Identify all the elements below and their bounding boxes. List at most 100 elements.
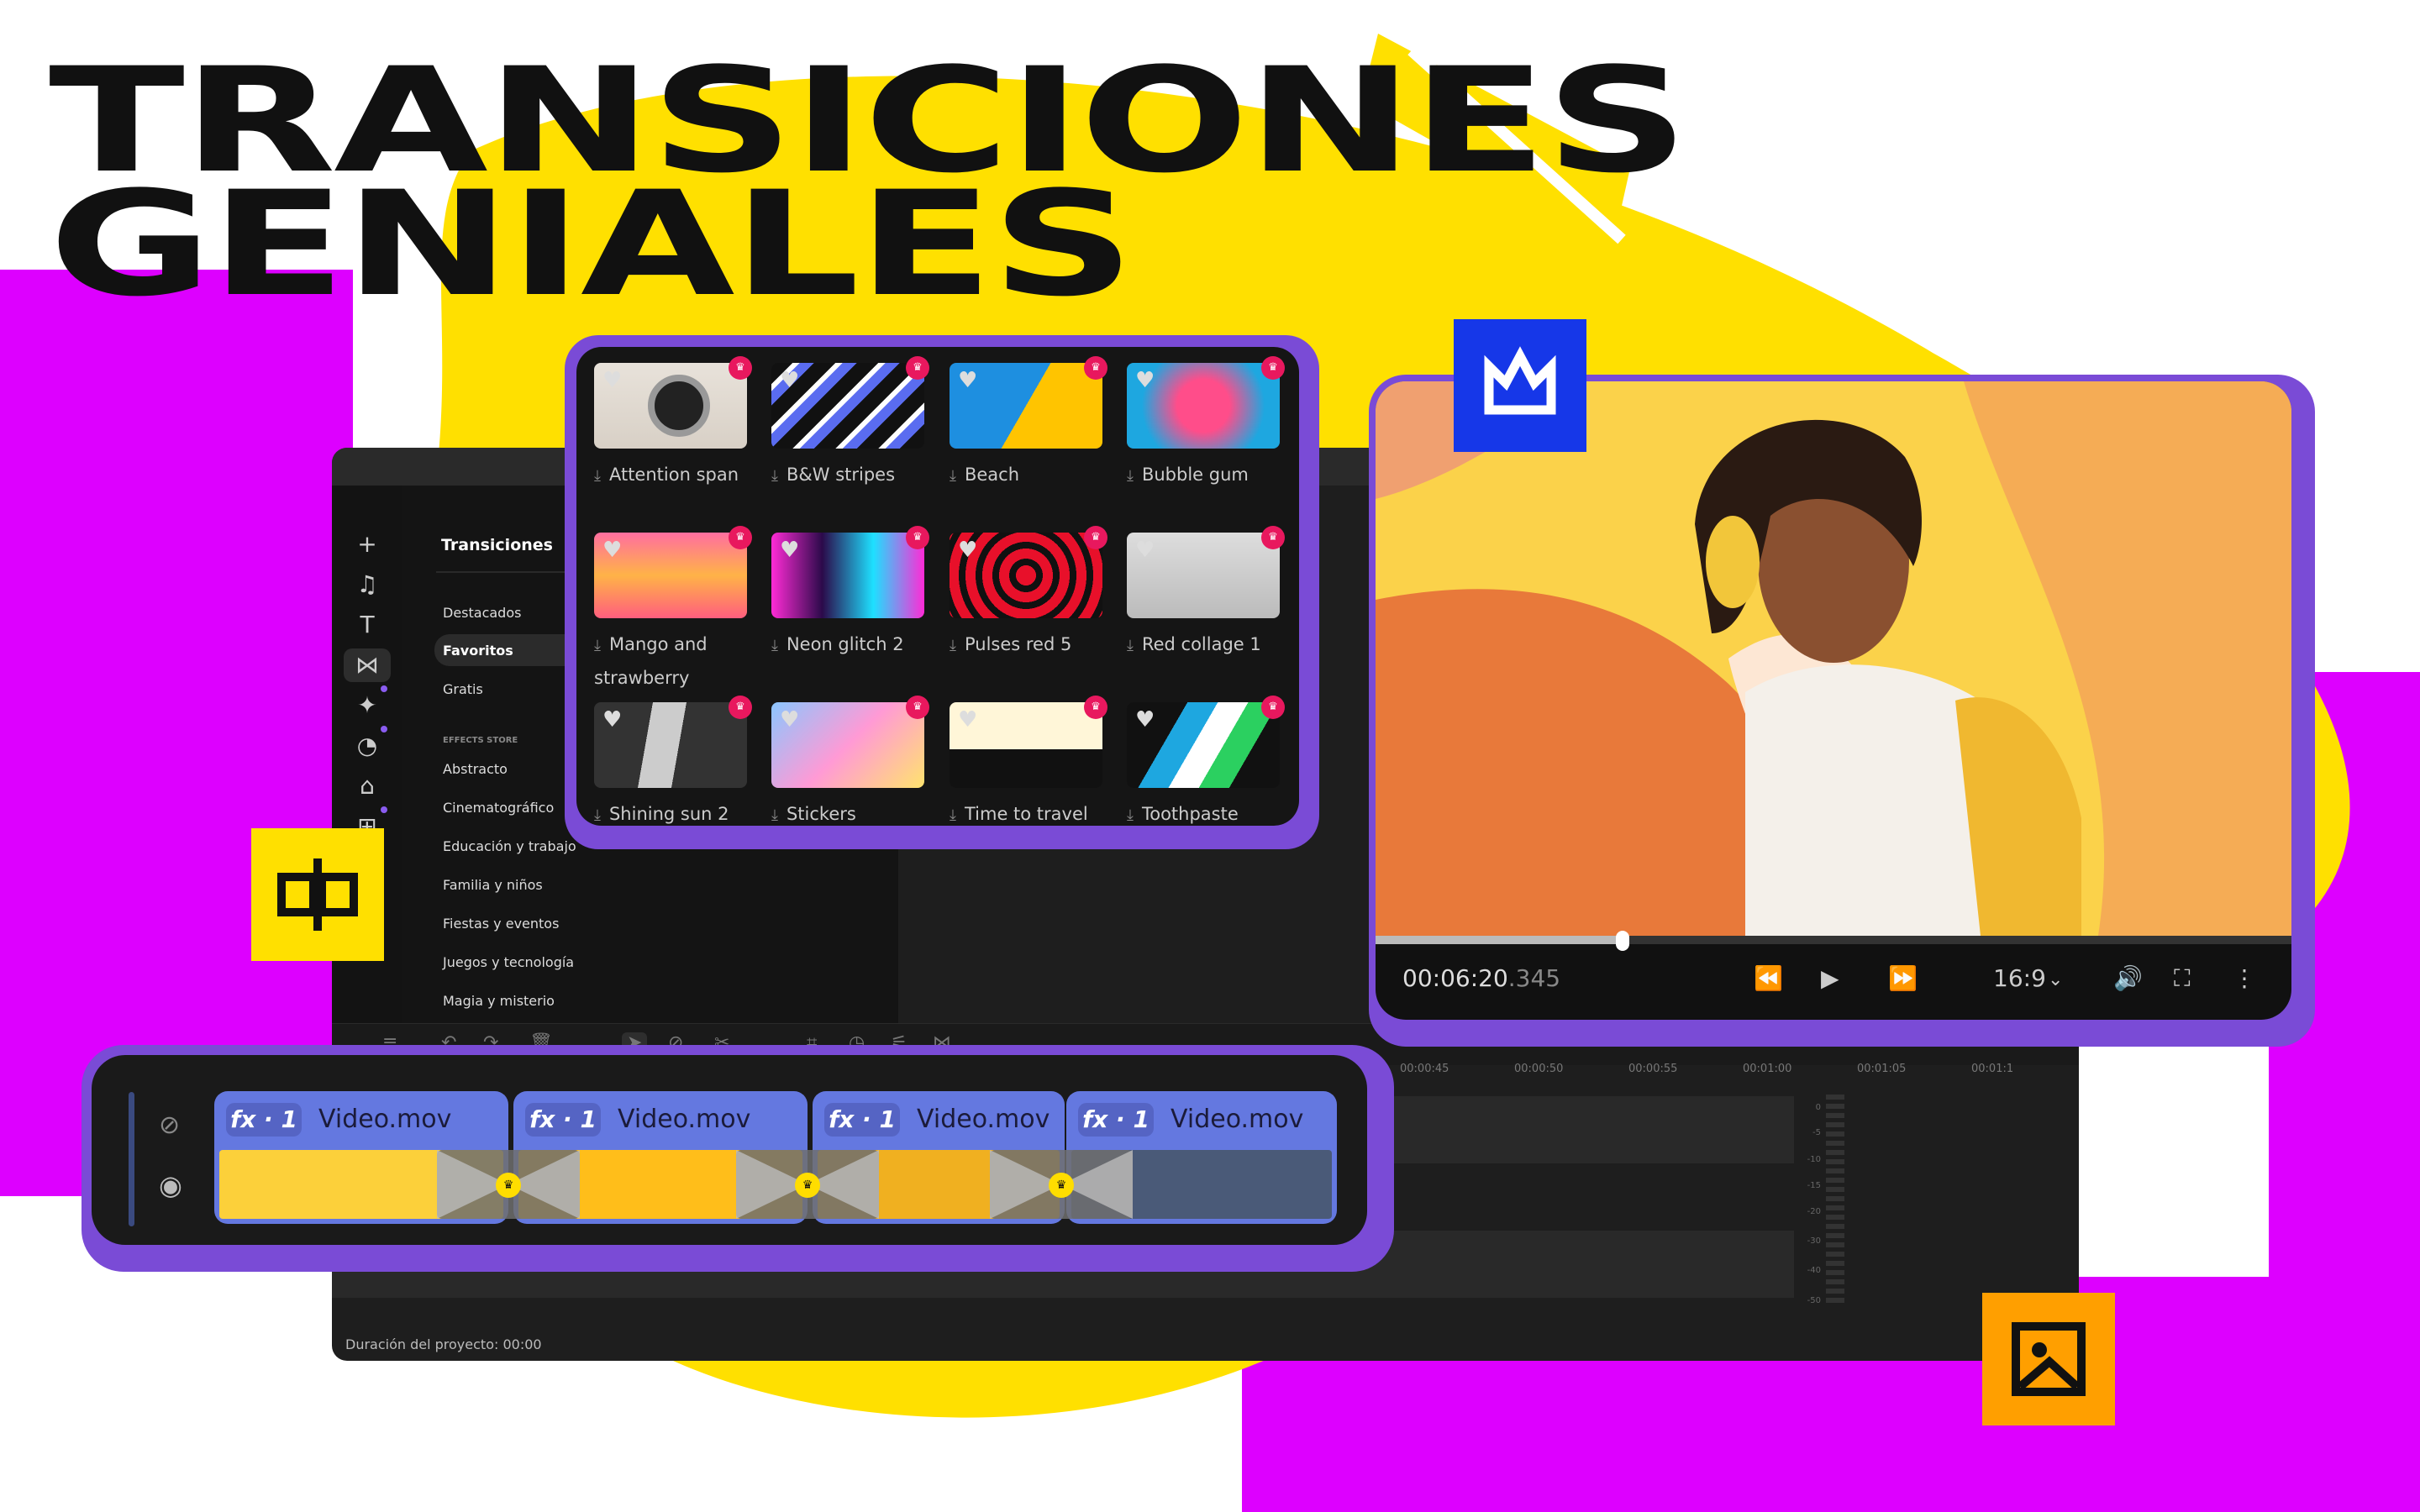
category-item[interactable]: Juegos y tecnología (443, 954, 574, 970)
ruler-tick: 00:01:00 (1743, 1063, 1792, 1075)
effect-thumbnail: ♥ (771, 533, 924, 618)
fast-forward-icon[interactable]: ⏩ (1888, 964, 1918, 992)
effect-name: Attention span (608, 465, 739, 485)
fx-badge[interactable]: fx · 1 (226, 1103, 302, 1137)
premium-crown-icon: ♛ (906, 356, 929, 380)
effect-tile[interactable]: ♥ ♛ ⤓ Time to travel (950, 696, 1107, 826)
heart-icon[interactable]: ♥ (1135, 539, 1155, 561)
effect-tile[interactable]: ♥ ♛ ⤓ Toothpaste (1127, 696, 1285, 826)
heart-icon[interactable]: ♥ (1135, 370, 1155, 391)
effect-tile[interactable]: ♥ ♛ ⤓ Mango and strawberry (594, 526, 752, 694)
more-icon[interactable]: ⋮ (2233, 964, 2256, 992)
eye-icon[interactable]: ◉ (159, 1169, 182, 1201)
download-icon[interactable]: ⤓ (771, 467, 778, 485)
effect-tile[interactable]: ♥ ♛ ⤓ Attention span (594, 356, 752, 492)
aspect-ratio-select[interactable]: 16:9 (1993, 964, 2046, 992)
effect-tile[interactable]: ♥ ♛ ⤓ Beach (950, 356, 1107, 492)
premium-crown-icon: ♛ (729, 526, 752, 549)
fullscreen-icon[interactable]: ⛶ (2174, 964, 2191, 993)
ruler-tick: 00:01:1 (1971, 1063, 2014, 1075)
premium-crown-icon: ♛ (1084, 356, 1107, 380)
timeline-ruler[interactable]: 00:00:45 00:00:50 00:00:55 00:01:00 00:0… (1400, 1053, 2072, 1086)
media-add-icon[interactable]: ⌂ (350, 769, 384, 803)
play-icon[interactable]: ▶ (1821, 964, 1839, 992)
download-icon[interactable]: ⤓ (950, 637, 956, 654)
effect-tile[interactable]: ♥ ♛ ⤓ Stickers (771, 696, 929, 826)
rewind-icon[interactable]: ⏪ (1754, 964, 1783, 992)
premium-crown-icon: ♛ (1261, 696, 1285, 719)
headline-line2: GENIALES (49, 160, 1135, 328)
download-icon[interactable]: ⤓ (1127, 637, 1134, 654)
fx-badge[interactable]: fx · 1 (525, 1103, 601, 1137)
ruler-tick: 00:00:50 (1514, 1063, 1564, 1075)
heart-icon[interactable]: ♥ (780, 709, 799, 731)
effect-tile[interactable]: ♥ ♛ ⤓ B&W stripes (771, 356, 929, 492)
meter-label: -10 (1807, 1155, 1821, 1164)
category-destacados[interactable]: Destacados (443, 605, 521, 621)
download-icon[interactable]: ⤓ (771, 637, 778, 654)
heart-icon[interactable]: ♥ (780, 539, 799, 561)
fx-badge[interactable]: fx · 1 (1078, 1103, 1154, 1137)
category-item[interactable]: Cinematográfico (443, 800, 554, 816)
mute-icon[interactable]: ⊘ (159, 1110, 180, 1140)
heart-icon[interactable]: ♥ (958, 370, 977, 391)
premium-crown-icon: ♛ (1049, 1173, 1074, 1198)
effect-tile[interactable]: ♥ ♛ ⤓ Pulses red 5 (950, 526, 1107, 662)
effect-name: Neon glitch 2 (786, 634, 904, 654)
category-item[interactable]: Magia y misterio (443, 993, 555, 1009)
category-gratis[interactable]: Gratis (443, 681, 483, 697)
download-icon[interactable]: ⤓ (950, 806, 956, 824)
heart-icon[interactable]: ♥ (958, 539, 977, 561)
download-icon[interactable]: ⤓ (1127, 806, 1134, 824)
category-item[interactable]: Familia y niños (443, 877, 543, 893)
effect-tile[interactable]: ♥ ♛ ⤓ Neon glitch 2 (771, 526, 929, 662)
track-handle[interactable] (129, 1092, 134, 1226)
stickers-icon[interactable]: ◔ (350, 726, 387, 763)
category-item[interactable]: Educación y trabajo (443, 838, 576, 854)
seek-bar[interactable] (1376, 931, 2291, 951)
effect-thumbnail: ♥ (950, 533, 1102, 618)
clip-name: Video.mov (318, 1105, 452, 1134)
effect-thumbnail: ♥ (1127, 702, 1280, 788)
category-item[interactable]: Fiestas y eventos (443, 916, 559, 932)
download-icon[interactable]: ⤓ (950, 467, 956, 485)
heart-icon[interactable]: ♥ (602, 370, 622, 391)
panel-title: Transiciones (441, 536, 553, 554)
effect-tile[interactable]: ♥ ♛ ⤓ Bubble gum (1127, 356, 1285, 492)
fx-badge[interactable]: fx · 1 (824, 1103, 900, 1137)
effect-name: Toothpaste (1141, 804, 1239, 824)
effect-name: Time to travel (964, 804, 1088, 824)
download-icon[interactable]: ⤓ (594, 806, 601, 824)
effect-name: Pulses red 5 (964, 634, 1072, 654)
effect-tile[interactable]: ♥ ♛ ⤓ Red collage 1 (1127, 526, 1285, 662)
category-favoritos[interactable]: Favoritos (443, 643, 513, 659)
effect-tile[interactable]: ♥ ♛ ⤓ Shining sun 2 (594, 696, 752, 826)
heart-icon[interactable]: ♥ (780, 370, 799, 391)
download-icon[interactable]: ⤓ (594, 467, 601, 485)
heart-icon[interactable]: ♥ (1135, 709, 1155, 731)
premium-crown-icon: ♛ (729, 356, 752, 380)
effects-store-label: EFFECTS STORE (443, 736, 518, 745)
video-player: 00:06:20.345 ⏪ ▶ ⏩ 16:9 ⌄ 🔊 ⛶ ⋮ (1376, 381, 2291, 1020)
premium-crown-icon: ♛ (1261, 526, 1285, 549)
volume-icon[interactable]: 🔊 (2113, 964, 2143, 992)
plus-icon[interactable]: + (350, 528, 384, 561)
chevron-down-icon[interactable]: ⌄ (2048, 969, 2063, 990)
text-icon[interactable]: T (350, 608, 384, 642)
timecode-ms: .345 (1507, 964, 1561, 992)
effects-icon[interactable]: ✦ (350, 685, 387, 722)
transitions-icon[interactable]: ⋈ (344, 648, 391, 682)
heart-icon[interactable]: ♥ (602, 709, 622, 731)
premium-crown-icon: ♛ (496, 1173, 521, 1198)
download-icon[interactable]: ⤓ (771, 806, 778, 824)
effect-thumbnail: ♥ (771, 702, 924, 788)
music-icon[interactable]: ♫ (350, 568, 384, 601)
video-preview-card: 00:06:20.345 ⏪ ▶ ⏩ 16:9 ⌄ 🔊 ⛶ ⋮ (1369, 375, 2315, 1047)
effect-name: Beach (964, 465, 1020, 485)
premium-crown-icon: ♛ (906, 696, 929, 719)
heart-icon[interactable]: ♥ (958, 709, 977, 731)
download-icon[interactable]: ⤓ (1127, 467, 1134, 485)
category-item[interactable]: Abstracto (443, 761, 508, 777)
download-icon[interactable]: ⤓ (594, 637, 601, 654)
heart-icon[interactable]: ♥ (602, 539, 622, 561)
